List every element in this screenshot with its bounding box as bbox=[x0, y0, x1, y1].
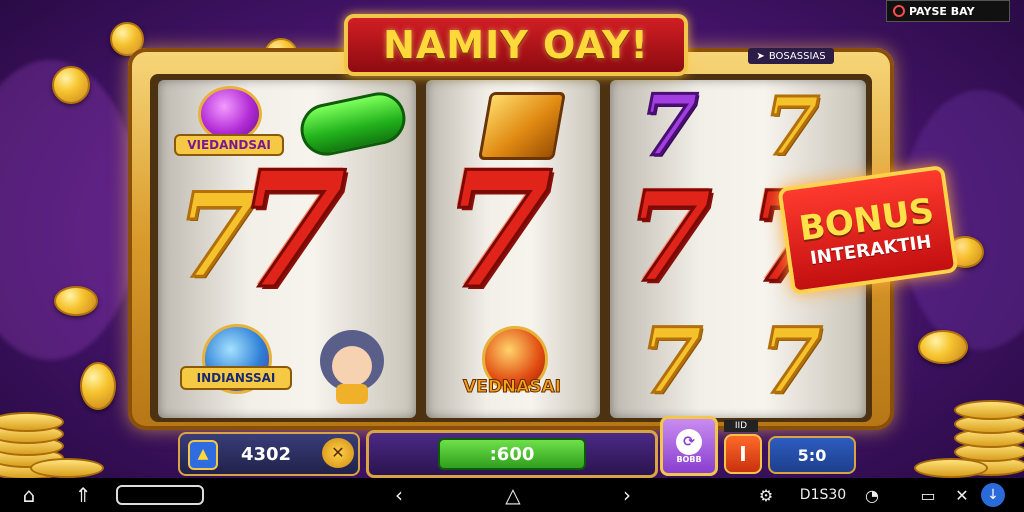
balance-panel: ▲ 4302 ✕ bbox=[178, 432, 360, 476]
seven-symbol: 7 bbox=[639, 308, 705, 414]
mini-label: IID bbox=[724, 420, 758, 432]
forward-icon[interactable]: › bbox=[610, 478, 644, 512]
max-bet-button[interactable]: I bbox=[724, 434, 762, 474]
close-bet-button[interactable]: ✕ bbox=[322, 438, 354, 468]
bet-panel[interactable]: 5:0 bbox=[768, 436, 856, 474]
coin-stack-left bbox=[0, 400, 104, 480]
game-title-banner: NAMIY OAY! bbox=[344, 14, 688, 76]
win-panel: :600 bbox=[366, 430, 658, 478]
coin-stack-right bbox=[914, 396, 1024, 478]
home-nav-icon[interactable]: △ bbox=[496, 478, 530, 512]
emblem-symbol: VEDNASAI bbox=[456, 326, 568, 406]
home-icon[interactable]: ⌂ bbox=[12, 478, 46, 512]
symbol-label: VEDNASAI bbox=[463, 377, 562, 398]
wallet-icon: ▲ bbox=[188, 440, 218, 470]
win-display: :600 bbox=[438, 438, 586, 470]
coin-icon bbox=[54, 286, 98, 316]
seven-symbol: 7 bbox=[440, 136, 554, 324]
recent-icon[interactable]: ⇑ bbox=[66, 478, 100, 512]
record-icon bbox=[893, 5, 905, 17]
spin-icon: ⟳ bbox=[676, 428, 702, 455]
coin-icon bbox=[918, 330, 968, 364]
coin-icon bbox=[52, 66, 90, 104]
top-tag-label: BOSASSIAS bbox=[768, 50, 826, 62]
bet-value: 5:0 bbox=[797, 445, 827, 465]
help-icon[interactable]: ↓ bbox=[978, 478, 1008, 512]
spin-button[interactable]: ⟳ BOBB bbox=[660, 416, 718, 476]
window-icon[interactable] bbox=[114, 478, 206, 512]
clock-value: D1S30 bbox=[799, 487, 847, 503]
globe-badge-symbol: INDIANSSAI bbox=[180, 324, 292, 404]
symbol-label: INDIANSSAI bbox=[180, 366, 292, 390]
top-right-indicator: PAYSE BAY bbox=[886, 0, 1010, 22]
character-symbol bbox=[310, 326, 394, 406]
seven-symbol: 7 bbox=[763, 79, 822, 173]
win-value: :600 bbox=[489, 443, 535, 465]
seven-symbol: 7 bbox=[638, 76, 699, 175]
arrow-icon: ➤ bbox=[756, 50, 765, 62]
clock-text: D1S30 bbox=[792, 478, 854, 512]
screen-icon[interactable]: ▭ bbox=[908, 478, 948, 512]
seven-symbol: 7 bbox=[759, 308, 825, 414]
clock-icon[interactable]: ◔ bbox=[858, 478, 886, 512]
balance-value: 4302 bbox=[240, 443, 292, 465]
top-right-label: PAYSE BAY bbox=[909, 4, 975, 18]
spin-button-label: BOBB bbox=[676, 454, 702, 464]
seven-symbol: 7 bbox=[234, 136, 348, 324]
top-tag: ➤ BOSASSIAS bbox=[748, 48, 834, 64]
game-title: NAMIY OAY! bbox=[383, 23, 649, 67]
back-icon[interactable]: ‹ bbox=[382, 478, 416, 512]
gear-icon[interactable]: ⚙ bbox=[752, 478, 780, 512]
seven-symbol: 7 bbox=[624, 165, 713, 310]
close-icon[interactable]: ✕ bbox=[950, 478, 974, 512]
